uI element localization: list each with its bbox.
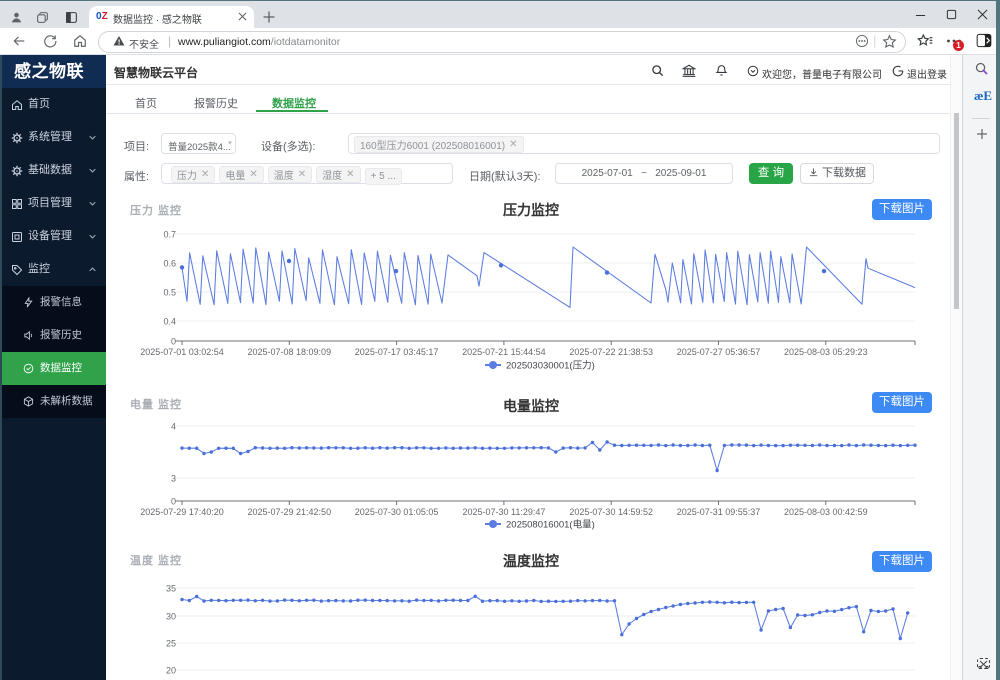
svg-text:3: 3 xyxy=(171,474,176,484)
svg-text:4: 4 xyxy=(171,422,176,432)
svg-text:202503030001(压力): 202503030001(压力) xyxy=(506,360,595,372)
svg-text:2025-07-29 17:40:20: 2025-07-29 17:40:20 xyxy=(140,507,224,517)
svg-text:35: 35 xyxy=(166,584,176,594)
svg-text:30: 30 xyxy=(166,612,176,622)
svg-text:2025-07-01 03:02:54: 2025-07-01 03:02:54 xyxy=(140,347,224,357)
svg-text:2025-07-08 18:09:09: 2025-07-08 18:09:09 xyxy=(248,347,332,357)
svg-text:2025-07-29 21:42:50: 2025-07-29 21:42:50 xyxy=(248,507,332,517)
svg-text:2025-08-03 00:42:59: 2025-08-03 00:42:59 xyxy=(784,507,868,517)
svg-text:2025-07-22 21:38:53: 2025-07-22 21:38:53 xyxy=(569,347,653,357)
svg-text:2025-07-30 11:29:47: 2025-07-30 11:29:47 xyxy=(462,507,545,517)
svg-text:2025-08-03 05:29:23: 2025-08-03 05:29:23 xyxy=(784,347,868,357)
svg-text:2025-07-27 05:36:57: 2025-07-27 05:36:57 xyxy=(677,347,761,357)
svg-text:2025-07-30 14:59:52: 2025-07-30 14:59:52 xyxy=(569,507,653,517)
svg-text:0: 0 xyxy=(171,497,176,507)
svg-text:202508016001(电量): 202508016001(电量) xyxy=(506,519,595,531)
svg-text:25: 25 xyxy=(166,639,176,649)
svg-text:0.4: 0.4 xyxy=(163,317,176,327)
svg-text:0.7: 0.7 xyxy=(163,230,176,240)
svg-text:0: 0 xyxy=(171,337,176,347)
svg-text:20: 20 xyxy=(166,666,176,676)
svg-text:2025-07-31 09:55:37: 2025-07-31 09:55:37 xyxy=(677,507,761,517)
svg-text:2025-07-21 15:44:54: 2025-07-21 15:44:54 xyxy=(462,347,546,357)
svg-text:0.5: 0.5 xyxy=(163,288,176,298)
svg-text:0.6: 0.6 xyxy=(163,259,176,269)
svg-text:2025-07-17 03:45:17: 2025-07-17 03:45:17 xyxy=(355,347,439,357)
svg-text:2025-07-30 01:05:05: 2025-07-30 01:05:05 xyxy=(355,507,439,517)
